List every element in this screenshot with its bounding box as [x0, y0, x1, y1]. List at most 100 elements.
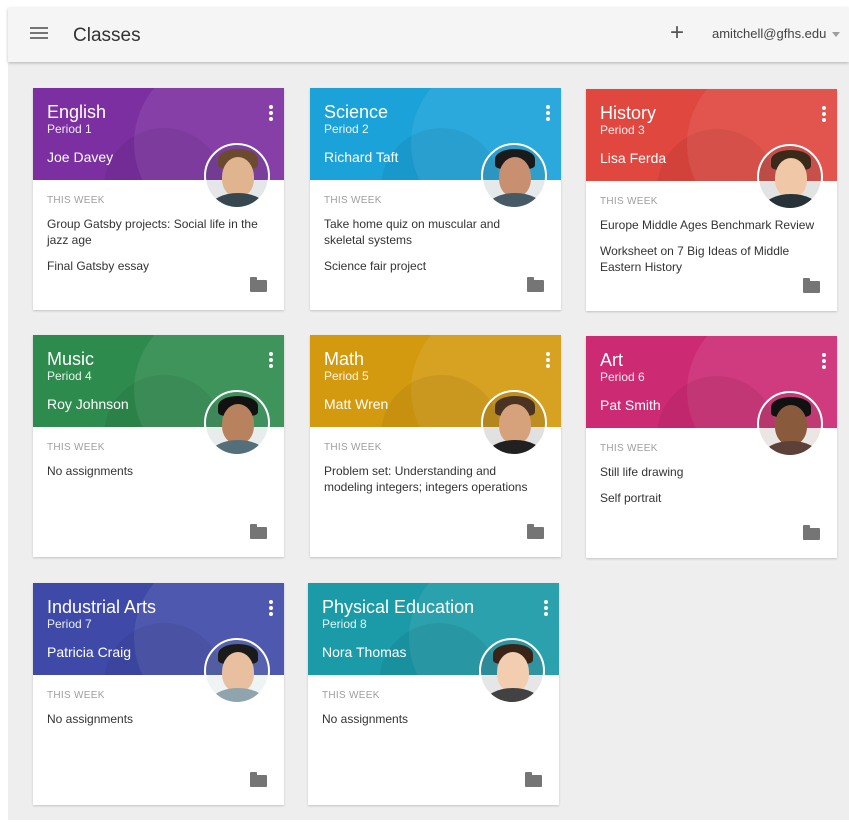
folder-icon[interactable]	[250, 772, 267, 787]
assignment-list: No assignments	[47, 463, 267, 489]
assignment-item[interactable]: Group Gatsby projects: Social life in th…	[47, 216, 267, 248]
avatar-face	[222, 652, 254, 692]
avatar-face	[222, 157, 254, 197]
folder-icon[interactable]	[525, 772, 542, 787]
avatar-face	[497, 652, 529, 692]
more-vert-icon[interactable]	[543, 600, 549, 618]
more-vert-icon[interactable]	[821, 353, 827, 371]
class-title[interactable]: Physical Education	[322, 597, 474, 618]
assignment-item[interactable]: Problem set: Understanding and modeling …	[324, 463, 544, 495]
class-card[interactable]: Art Period 6 Pat Smith THIS WEEK Still l…	[586, 336, 837, 558]
class-title[interactable]: Industrial Arts	[47, 597, 156, 618]
add-class-icon[interactable]: +	[670, 21, 684, 45]
class-title[interactable]: Math	[324, 349, 364, 370]
this-week-label: THIS WEEK	[600, 196, 658, 207]
more-vert-icon[interactable]	[268, 600, 274, 618]
teacher-name: Pat Smith	[600, 397, 661, 413]
teacher-avatar	[481, 390, 547, 456]
avatar-face	[775, 158, 807, 198]
assignment-item[interactable]: Still life drawing	[600, 464, 820, 480]
assignment-item[interactable]: Self portrait	[600, 490, 820, 506]
teacher-avatar	[481, 143, 547, 209]
class-period: Period 8	[322, 617, 367, 631]
this-week-label: THIS WEEK	[47, 690, 105, 701]
folder-icon[interactable]	[250, 524, 267, 539]
class-period: Period 1	[47, 122, 92, 136]
more-vert-icon[interactable]	[268, 352, 274, 370]
class-title[interactable]: English	[47, 102, 106, 123]
assignment-item[interactable]: Take home quiz on muscular and skeletal …	[324, 216, 544, 248]
teacher-avatar	[757, 144, 823, 210]
class-card[interactable]: Math Period 5 Matt Wren THIS WEEK Proble…	[310, 335, 561, 557]
teacher-name: Richard Taft	[324, 149, 399, 165]
class-period: Period 4	[47, 369, 92, 383]
assignment-list: No assignments	[47, 711, 267, 737]
class-card[interactable]: English Period 1 Joe Davey THIS WEEK Gro…	[33, 88, 284, 310]
teacher-avatar	[204, 638, 270, 704]
assignment-list: Take home quiz on muscular and skeletal …	[324, 216, 544, 284]
menu-icon[interactable]	[30, 27, 48, 41]
top-app-bar: Classes + amitchell@gfhs.edu	[8, 8, 849, 62]
class-card[interactable]: Physical Education Period 8 Nora Thomas …	[308, 583, 559, 805]
assignment-item[interactable]: Final Gatsby essay	[47, 258, 267, 274]
avatar-body	[487, 193, 543, 207]
chevron-down-icon	[832, 32, 841, 38]
folder-icon[interactable]	[527, 277, 544, 292]
avatar-body	[210, 193, 266, 207]
class-card[interactable]: History Period 3 Lisa Ferda THIS WEEK Eu…	[586, 89, 837, 311]
assignment-item[interactable]: No assignments	[47, 711, 267, 727]
class-card[interactable]: Industrial Arts Period 7 Patricia Craig …	[33, 583, 284, 805]
assignment-item[interactable]: No assignments	[47, 463, 267, 479]
folder-icon[interactable]	[527, 524, 544, 539]
folder-icon[interactable]	[803, 525, 820, 540]
page-title: Classes	[73, 25, 141, 46]
avatar-body	[487, 440, 543, 454]
account-email: amitchell@gfhs.edu	[712, 26, 827, 41]
this-week-label: THIS WEEK	[47, 195, 105, 206]
more-vert-icon[interactable]	[545, 352, 551, 370]
more-vert-icon[interactable]	[821, 106, 827, 124]
teacher-avatar	[479, 638, 545, 704]
assignment-item[interactable]: No assignments	[322, 711, 542, 727]
teacher-name: Nora Thomas	[322, 644, 407, 660]
this-week-label: THIS WEEK	[324, 442, 382, 453]
class-title[interactable]: History	[600, 103, 656, 124]
this-week-label: THIS WEEK	[322, 690, 380, 701]
class-period: Period 2	[324, 122, 369, 136]
class-title[interactable]: Art	[600, 350, 623, 371]
more-vert-icon[interactable]	[545, 105, 551, 123]
class-title[interactable]: Science	[324, 102, 388, 123]
class-title[interactable]: Music	[47, 349, 94, 370]
teacher-name: Lisa Ferda	[600, 150, 667, 166]
avatar-face	[222, 404, 254, 444]
account-menu[interactable]: amitchell@gfhs.edu	[712, 26, 841, 41]
assignment-list: Problem set: Understanding and modeling …	[324, 463, 544, 505]
assignment-item[interactable]: Worksheet on 7 Big Ideas of Middle Easte…	[600, 243, 820, 275]
class-period: Period 6	[600, 370, 645, 384]
avatar-body	[210, 440, 266, 454]
teacher-avatar	[757, 391, 823, 457]
assignment-list: Still life drawing Self portrait	[600, 464, 820, 516]
teacher-avatar	[204, 143, 270, 209]
folder-icon[interactable]	[803, 278, 820, 293]
avatar-face	[775, 405, 807, 445]
teacher-name: Patricia Craig	[47, 644, 132, 660]
teacher-name: Joe Davey	[47, 149, 114, 165]
class-period: Period 7	[47, 617, 92, 631]
more-vert-icon[interactable]	[268, 105, 274, 123]
class-period: Period 3	[600, 123, 645, 137]
teacher-name: Roy Johnson	[47, 396, 129, 412]
avatar-body	[210, 688, 266, 702]
class-card[interactable]: Science Period 2 Richard Taft THIS WEEK …	[310, 88, 561, 310]
assignment-list: No assignments	[322, 711, 542, 737]
avatar-body	[763, 441, 819, 455]
folder-icon[interactable]	[250, 277, 267, 292]
assignment-item[interactable]: Europe Middle Ages Benchmark Review	[600, 217, 820, 233]
this-week-label: THIS WEEK	[47, 442, 105, 453]
teacher-avatar	[204, 390, 270, 456]
avatar-face	[499, 157, 531, 197]
class-card[interactable]: Music Period 4 Roy Johnson THIS WEEK No …	[33, 335, 284, 557]
avatar-body	[763, 194, 819, 208]
assignment-item[interactable]: Science fair project	[324, 258, 544, 274]
avatar-face	[499, 404, 531, 444]
